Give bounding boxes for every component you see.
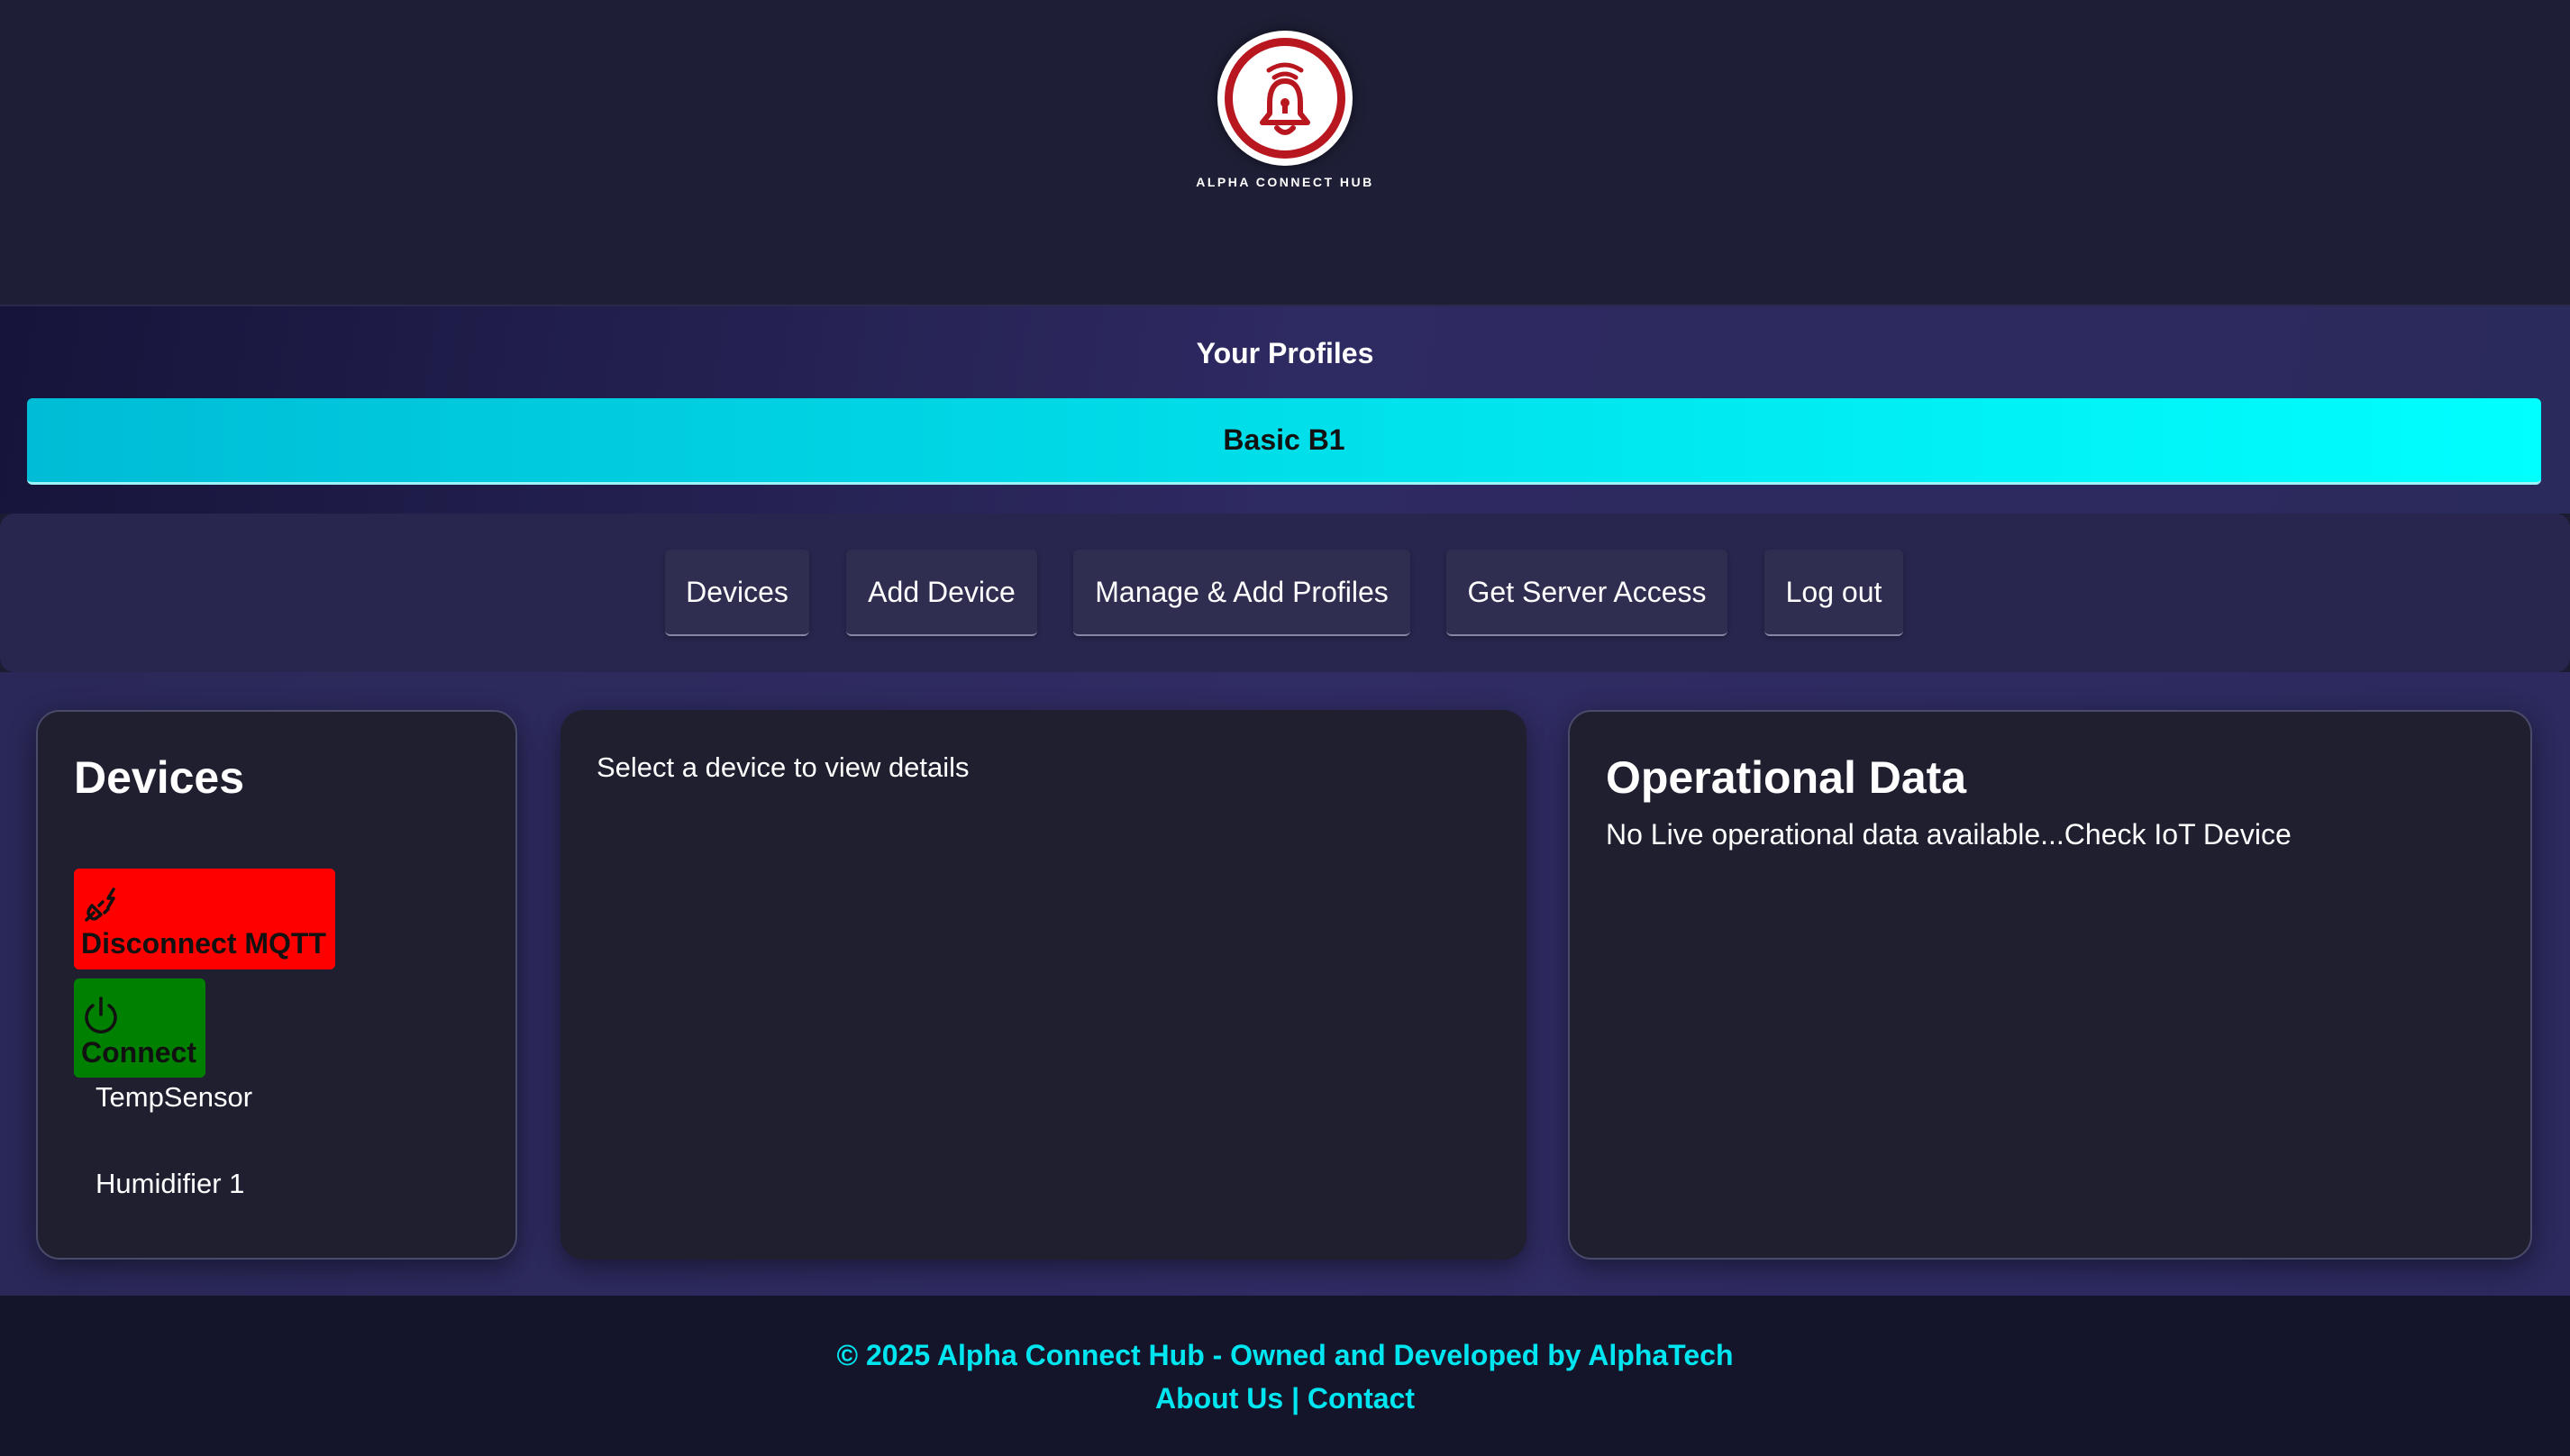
device-item-tempsensor[interactable]: TempSensor xyxy=(96,1081,252,1114)
connect-button[interactable]: Connect xyxy=(74,978,205,1078)
logo-text: ALPHA CONNECT HUB xyxy=(1196,175,1374,189)
connect-label: Connect xyxy=(81,1035,196,1069)
footer-links: About Us | Contact xyxy=(0,1382,2570,1415)
disconnect-mqtt-button[interactable]: Disconnect MQTT xyxy=(74,869,335,969)
devices-panel: Devices Disconnect MQTT Connect TempSens… xyxy=(36,710,517,1260)
devices-panel-title: Devices xyxy=(74,752,245,803)
main-nav: Devices Add Device Manage & Add Profiles… xyxy=(0,514,2570,672)
unplug-icon xyxy=(85,887,115,922)
device-details-panel: Select a device to view details xyxy=(560,710,1527,1260)
about-us-link[interactable]: About Us xyxy=(1155,1382,1283,1415)
contact-link[interactable]: Contact xyxy=(1308,1382,1415,1415)
nav-add-device-button[interactable]: Add Device xyxy=(846,550,1037,636)
device-item-humidifier-1[interactable]: Humidifier 1 xyxy=(96,1168,244,1200)
nav-manage-profiles-button[interactable]: Manage & Add Profiles xyxy=(1073,550,1410,636)
profile-button-basic-b1[interactable]: Basic B1 xyxy=(27,398,2541,485)
footer-copyright: © 2025 Alpha Connect Hub - Owned and Dev… xyxy=(836,1339,1734,1371)
operational-data-title: Operational Data xyxy=(1606,752,1967,803)
nav-server-access-button[interactable]: Get Server Access xyxy=(1446,550,1727,636)
operational-data-message: No Live operational data available...Che… xyxy=(1606,818,2292,851)
details-placeholder: Select a device to view details xyxy=(597,751,970,783)
disconnect-mqtt-label: Disconnect MQTT xyxy=(81,926,327,960)
power-icon xyxy=(85,996,117,1033)
footer-separator: | xyxy=(1291,1382,1308,1415)
nav-logout-button[interactable]: Log out xyxy=(1764,550,1903,636)
profiles-title: Your Profiles xyxy=(1196,337,1374,369)
main-content: Devices Disconnect MQTT Connect TempSens… xyxy=(0,672,2570,1296)
footer: © 2025 Alpha Connect Hub - Owned and Dev… xyxy=(0,1296,2570,1456)
bell-wifi-icon xyxy=(1260,62,1310,135)
logo xyxy=(1217,31,1353,166)
operational-data-panel: Operational Data No Live operational dat… xyxy=(1568,710,2532,1260)
nav-devices-button[interactable]: Devices xyxy=(665,550,809,636)
header: ALPHA CONNECT HUB xyxy=(0,0,2570,305)
